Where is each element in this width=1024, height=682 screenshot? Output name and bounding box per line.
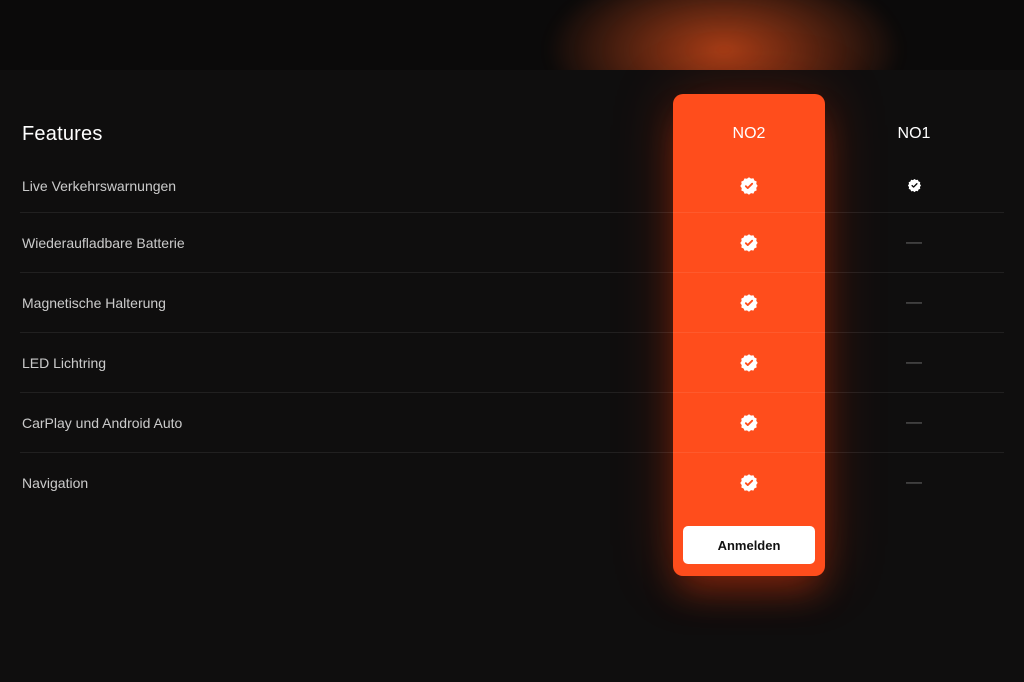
check-badge-icon (739, 176, 759, 196)
table-row: Wiederaufladbare Batterie — (20, 212, 1004, 272)
comparison-table: Features NO2 NO1 Live Verkehrswarnungen W… (20, 108, 1004, 512)
table-row: CarPlay und Android Auto — (20, 392, 1004, 452)
check-badge-icon (739, 473, 759, 493)
table-row: Live Verkehrswarnungen (20, 160, 1004, 212)
plan-no2-cell (674, 473, 824, 493)
plan-no2-cell (674, 233, 824, 253)
plan-no2-cell (674, 293, 824, 313)
not-included-icon: — (906, 354, 922, 371)
not-included-icon: — (906, 414, 922, 431)
table-row: LED Lichtring — (20, 332, 1004, 392)
plan-no1-cell: — (824, 474, 1004, 492)
plan-no1-cell: — (824, 414, 1004, 432)
plan-no1-column-header: NO1 (824, 125, 1004, 143)
plan-no2-cell (674, 353, 824, 373)
feature-name: Wiederaufladbare Batterie (20, 235, 674, 251)
plan-no2-column-header: NO2 (674, 125, 824, 143)
feature-name: CarPlay und Android Auto (20, 415, 674, 431)
check-badge-icon (739, 353, 759, 373)
plan-no1-cell (824, 177, 1004, 195)
table-row: Navigation — (20, 452, 1004, 512)
not-included-icon: — (906, 474, 922, 491)
feature-name: Live Verkehrswarnungen (20, 178, 674, 194)
not-included-icon: — (906, 234, 922, 251)
signup-button[interactable]: Anmelden (683, 526, 815, 564)
feature-name: Navigation (20, 475, 674, 491)
table-row: Magnetische Halterung — (20, 272, 1004, 332)
table-header-row: Features NO2 NO1 (20, 108, 1004, 160)
feature-name: LED Lichtring (20, 355, 674, 371)
check-badge-icon (739, 293, 759, 313)
plan-no1-cell: — (824, 234, 1004, 252)
plan-no1-cell: — (824, 294, 1004, 312)
check-badge-icon (739, 413, 759, 433)
plan-no2-cell (674, 413, 824, 433)
features-column-header: Features (20, 123, 674, 146)
feature-name: Magnetische Halterung (20, 295, 674, 311)
check-badge-icon (907, 178, 922, 193)
check-badge-icon (739, 233, 759, 253)
plan-no1-cell: — (824, 354, 1004, 372)
plan-no2-cell (674, 176, 824, 196)
not-included-icon: — (906, 294, 922, 311)
